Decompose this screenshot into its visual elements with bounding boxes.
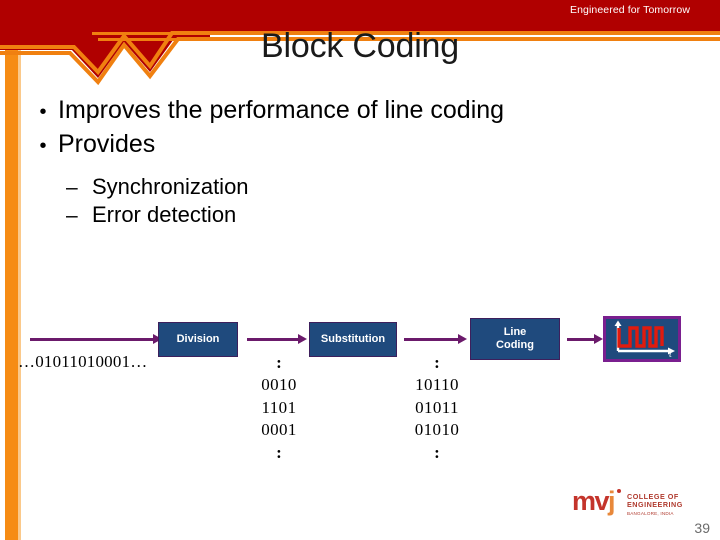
bullet-marker: • — [39, 101, 47, 123]
bullet-marker: – — [66, 176, 78, 199]
process-box-label: Division — [176, 333, 220, 346]
bullet-item-2: • Provides — [28, 129, 688, 160]
bullet-text: Error detection — [92, 201, 237, 227]
process-box-division[interactable]: Division — [158, 322, 238, 357]
codeword-value: 01010 — [414, 420, 460, 440]
header-tagline: Engineered for Tomorrow — [570, 4, 690, 16]
logo-dot-mark — [617, 489, 621, 493]
logo-text-block: COLLEGE OF ENGINEERING BANGALORE, INDIA — [627, 492, 683, 516]
waveform-signal-icon: t — [603, 316, 681, 362]
codeword-separator-top: : — [434, 353, 440, 372]
dataword-value: 1101 — [261, 397, 297, 417]
logo-college-line3: BANGALORE, INDIA — [627, 510, 674, 516]
dataword-column: : 0010 1101 0001 : — [238, 352, 320, 464]
codeword-value: 01011 — [415, 397, 459, 417]
bullet-text: Synchronization — [92, 174, 249, 199]
dataword-separator-top: : — [276, 353, 282, 372]
codeword-separator-bottom: : — [434, 442, 440, 462]
arrow-head-2 — [298, 334, 307, 344]
logo-letter-j: j — [608, 486, 616, 516]
bullet-marker: – — [66, 203, 78, 227]
institution-logo: mvj COLLEGE OF ENGINEERING BANGALORE, IN… — [572, 487, 692, 521]
bullet-list: • Improves the performance of line codin… — [28, 95, 688, 230]
process-box-label: Substitution — [320, 333, 386, 346]
bullet-marker: • — [39, 134, 47, 157]
bullet-item-4: – Error detection — [66, 202, 688, 229]
arrow-line-3 — [404, 338, 459, 341]
arrow-head-3 — [458, 334, 467, 344]
arrow-line-4 — [567, 338, 595, 341]
dataword-value: 0010 — [261, 375, 297, 395]
input-bitstream-label: …01011010001… — [18, 352, 148, 371]
process-box-substitution[interactable]: Substitution — [309, 322, 397, 357]
logo-wordmark: mvj — [572, 486, 616, 516]
arrow-line-1 — [30, 338, 155, 341]
process-box-label-line2: Coding — [496, 339, 534, 351]
dataword-separator-bottom: : — [276, 442, 282, 462]
dataword-value: 0001 — [261, 420, 297, 440]
bullet-item-1: • Improves the performance of line codin… — [28, 95, 688, 126]
process-box-line-coding[interactable]: Line Coding — [470, 318, 560, 360]
arrow-line-2 — [247, 338, 299, 341]
bullet-text: Improves the performance of line coding — [58, 96, 505, 124]
codeword-column: : 10110 01011 01010 : — [396, 352, 478, 464]
waveform-time-axis-label: t — [669, 349, 672, 359]
logo-letter-m: m — [572, 486, 596, 516]
logo-letter-v: v — [594, 486, 610, 516]
arrow-head-4 — [594, 334, 603, 344]
waveform-svg: t — [614, 320, 675, 360]
process-box-label-line1: Line — [503, 326, 527, 339]
bullet-item-3: – Synchronization — [66, 174, 688, 201]
bullet-text: Provides — [58, 129, 156, 158]
codeword-value: 10110 — [415, 375, 459, 395]
page-number: 39 — [694, 520, 710, 536]
logo-college-line2: ENGINEERING — [627, 500, 683, 510]
page-title: Block Coding — [261, 27, 459, 65]
